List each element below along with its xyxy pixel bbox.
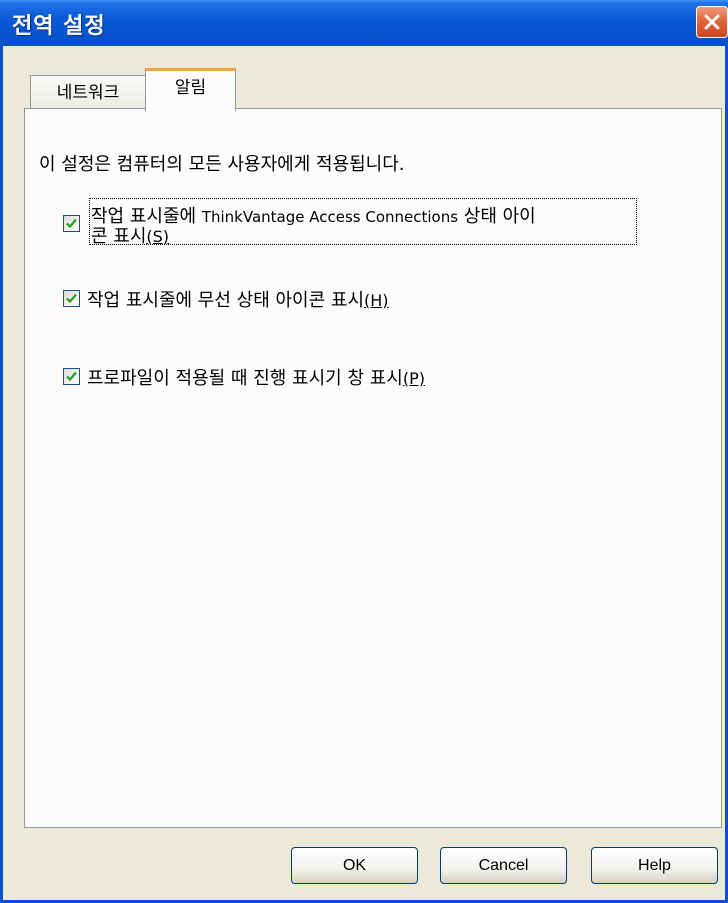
checkbox-label: 프로파일이 적용될 때 진행 표시기 창 표시(P) (87, 364, 425, 390)
checkmark-icon (66, 371, 77, 382)
tab-network[interactable]: 네트워크 (30, 75, 146, 109)
info-text: 이 설정은 컴퓨터의 모든 사용자에게 적용됩니다. (39, 154, 405, 175)
ok-button[interactable]: OK (291, 847, 418, 884)
help-button[interactable]: Help (591, 847, 718, 884)
cancel-button[interactable]: Cancel (440, 847, 567, 884)
window-title: 전역 설정 (12, 14, 106, 39)
mnemonic-key: (H) (364, 291, 389, 310)
settings-dialog: 전역 설정 네트워크 알림 이 설정은 컴퓨터의 모든 사용자에게 적용됩니다.… (0, 0, 728, 903)
checkmark-icon (66, 218, 77, 229)
checkbox-show-progress-window[interactable]: 프로파일이 적용될 때 진행 표시기 창 표시(P) (63, 364, 583, 390)
title-bar[interactable]: 전역 설정 (0, 0, 728, 46)
checkbox[interactable] (63, 368, 80, 385)
checkbox-show-access-connections-icon[interactable]: 작업 표시줄에 ThinkVantage Access Connections … (63, 202, 643, 247)
mnemonic-key: (S) (146, 227, 170, 246)
tab-alerts[interactable]: 알림 (145, 68, 236, 111)
close-button[interactable] (696, 6, 728, 38)
label-part: 상태 아이 (458, 206, 536, 227)
tab-panel-alerts: 이 설정은 컴퓨터의 모든 사용자에게 적용됩니다. 작업 표시줄에 Think… (24, 108, 722, 828)
checkbox-label-line2: 콘 표시(S) (91, 222, 169, 248)
label-product-name: ThinkVantage Access Connections (201, 208, 459, 226)
checkbox[interactable] (63, 215, 80, 232)
checkbox[interactable] (63, 290, 80, 307)
checkbox-label: 작업 표시줄에 무선 상태 아이콘 표시(H) (87, 286, 389, 312)
mnemonic-key: (P) (402, 369, 425, 388)
label-part: 프로파일이 적용될 때 진행 표시기 창 표시 (87, 368, 403, 389)
checkbox-show-wireless-icon[interactable]: 작업 표시줄에 무선 상태 아이콘 표시(H) (63, 286, 523, 312)
label-part: 작업 표시줄에 무선 상태 아이콘 표시 (87, 290, 365, 311)
label-part: 콘 표시 (91, 226, 147, 247)
checkmark-icon (66, 293, 77, 304)
